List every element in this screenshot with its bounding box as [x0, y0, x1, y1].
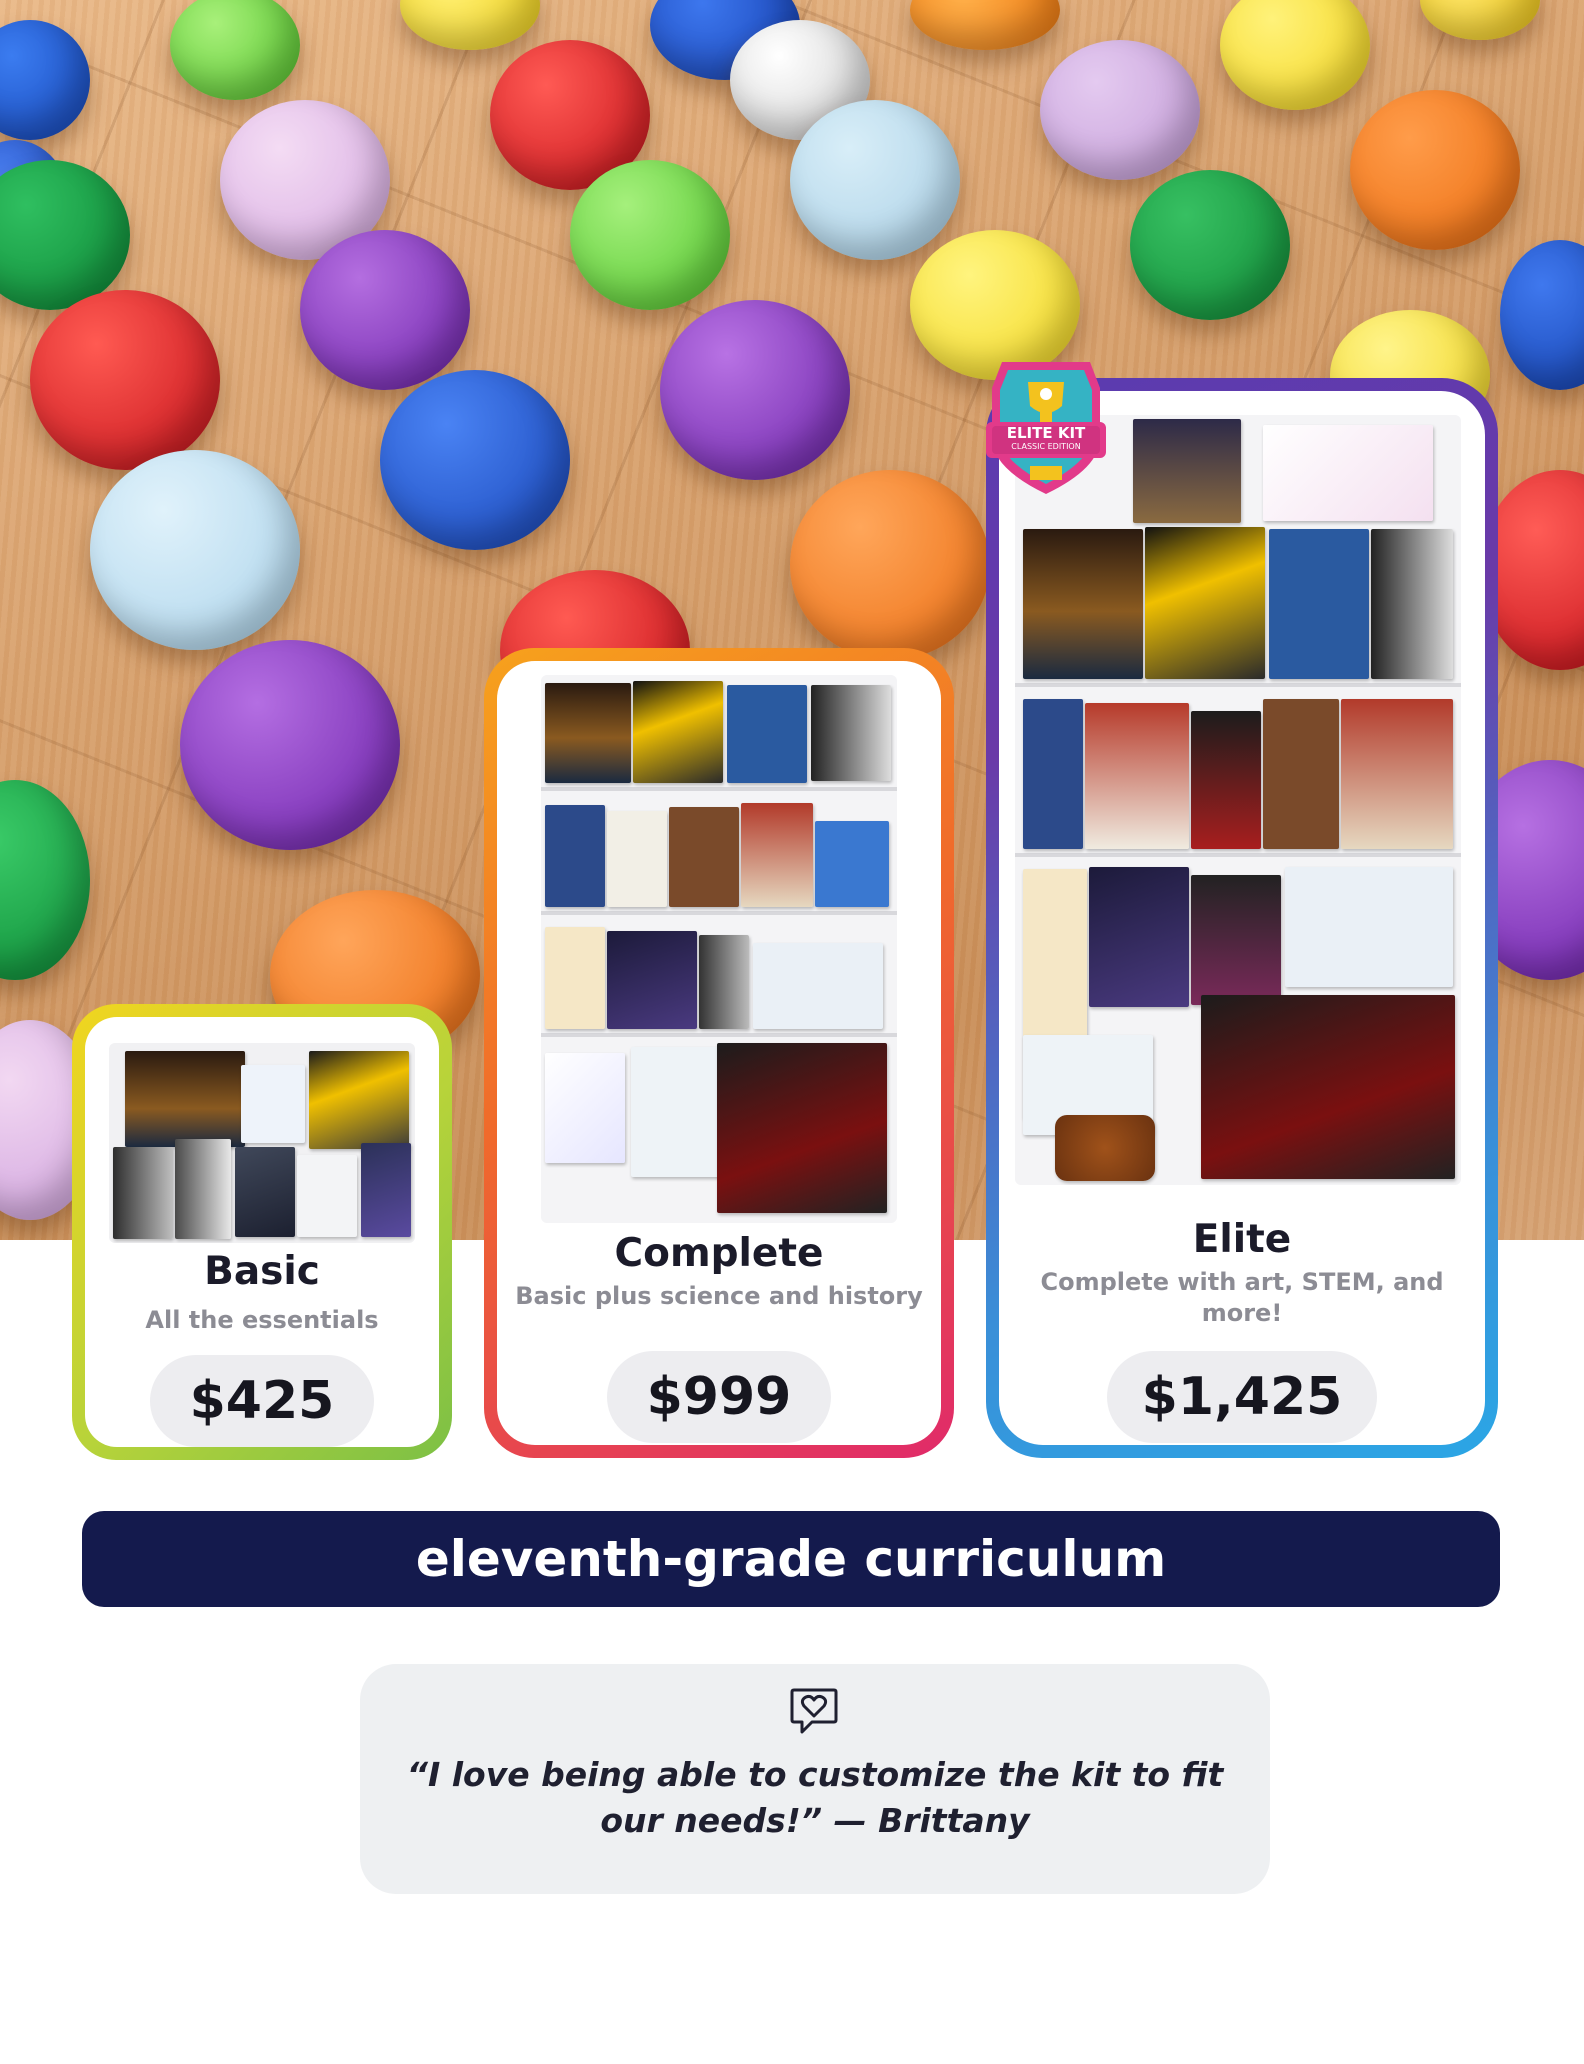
book: [741, 803, 813, 907]
stem-kit: [717, 1043, 887, 1213]
green-ball: [1130, 170, 1290, 320]
price-basic[interactable]: $425: [150, 1355, 374, 1447]
book: [175, 1139, 231, 1239]
book: [113, 1147, 173, 1239]
kit-card-basic-inner: Basic All the essentials $425: [85, 1017, 439, 1447]
book: [1191, 711, 1261, 849]
orange-ball: [1350, 90, 1520, 250]
shelf: [541, 787, 897, 791]
kit-subtitle-elite: Complete with art, STEM, and more!: [1040, 1268, 1444, 1327]
basic-kit-photo: [109, 1043, 415, 1243]
book: [811, 685, 891, 781]
book: [1341, 699, 1453, 849]
badge-sublabel: CLASSIC EDITION: [1011, 442, 1081, 451]
book: [699, 935, 749, 1029]
lavender-ball: [1040, 40, 1200, 180]
kit-card-complete-inner: Complete Basic plus science and history …: [497, 661, 941, 1445]
heart-chat-icon: [790, 1688, 838, 1734]
stem-kit: [1201, 995, 1455, 1179]
kit-title-basic: Basic: [204, 1249, 320, 1294]
kit-subtitle-complete: Basic plus science and history: [515, 1282, 923, 1310]
book: [1269, 529, 1369, 679]
book: [309, 1051, 409, 1149]
game: [1263, 425, 1433, 521]
elite-kit-photo: [1015, 415, 1461, 1185]
kit-card-elite[interactable]: Elite Complete with art, STEM, and more!…: [986, 378, 1498, 1458]
lightblue-ball: [790, 100, 960, 260]
kit-title-complete: Complete: [614, 1231, 824, 1276]
book: [753, 943, 883, 1029]
book: [1089, 867, 1189, 1007]
kit-card-complete[interactable]: Complete Basic plus science and history …: [484, 648, 954, 1458]
blue-ball: [0, 20, 90, 140]
book: [1145, 527, 1265, 679]
badge-label: ELITE KIT: [1006, 424, 1086, 442]
book: [1023, 699, 1083, 849]
book: [545, 683, 631, 783]
yellow-ball: [1220, 0, 1370, 110]
book: [235, 1147, 295, 1237]
book: [1263, 699, 1339, 849]
book: [1371, 529, 1453, 679]
testimonial-card: “I love being able to customize the kit …: [360, 1664, 1270, 1894]
book: [125, 1051, 245, 1147]
green-ball: [0, 160, 130, 310]
kit-subtitle-basic: All the essentials: [145, 1306, 379, 1334]
purple-ball: [660, 300, 850, 480]
kit-card-basic[interactable]: Basic All the essentials $425: [72, 1004, 452, 1460]
book: [607, 931, 697, 1029]
game: [545, 1053, 625, 1163]
planner: [631, 1047, 721, 1177]
book: [241, 1065, 305, 1143]
orange-ball: [910, 0, 1060, 50]
green-ball: [570, 160, 730, 310]
peg-game: [1055, 1115, 1155, 1181]
book: [1085, 703, 1189, 849]
lightblue-ball: [90, 450, 300, 650]
book: [1285, 867, 1453, 987]
blue-ball: [380, 370, 570, 550]
book: [1133, 419, 1241, 523]
purple-ball: [180, 640, 400, 850]
price-complete[interactable]: $999: [607, 1351, 831, 1443]
shelf: [1015, 683, 1461, 687]
book: [545, 805, 605, 907]
planner: [297, 1155, 357, 1237]
shelf: [541, 911, 897, 915]
elite-kit-badge: ELITE KIT CLASSIC EDITION: [984, 348, 1108, 498]
red-ball: [30, 290, 220, 470]
green-ball: [0, 780, 90, 980]
book: [607, 811, 667, 907]
book: [633, 681, 723, 783]
book: [1023, 529, 1143, 679]
book: [815, 821, 889, 907]
book: [361, 1143, 411, 1237]
book: [545, 927, 605, 1029]
curriculum-banner: eleventh-grade curriculum: [82, 1511, 1500, 1607]
kit-card-elite-inner: Elite Complete with art, STEM, and more!…: [999, 391, 1485, 1445]
complete-kit-photo: [541, 675, 897, 1223]
testimonial-quote: “I love being able to customize the kit …: [406, 1755, 1224, 1840]
blue-ball: [1500, 240, 1584, 390]
shelf: [1015, 853, 1461, 857]
price-elite[interactable]: $1,425: [1107, 1351, 1377, 1443]
purple-ball: [300, 230, 470, 390]
book: [1191, 875, 1281, 1005]
kit-title-elite: Elite: [1192, 1217, 1292, 1262]
green-ball: [170, 0, 300, 100]
yellow-ball: [400, 0, 540, 50]
book: [669, 807, 739, 907]
book: [727, 685, 807, 783]
trophy-shield-icon: [986, 362, 1106, 494]
shelf: [541, 1033, 897, 1037]
yellow-ball: [1420, 0, 1540, 40]
orange-ball: [790, 470, 990, 660]
